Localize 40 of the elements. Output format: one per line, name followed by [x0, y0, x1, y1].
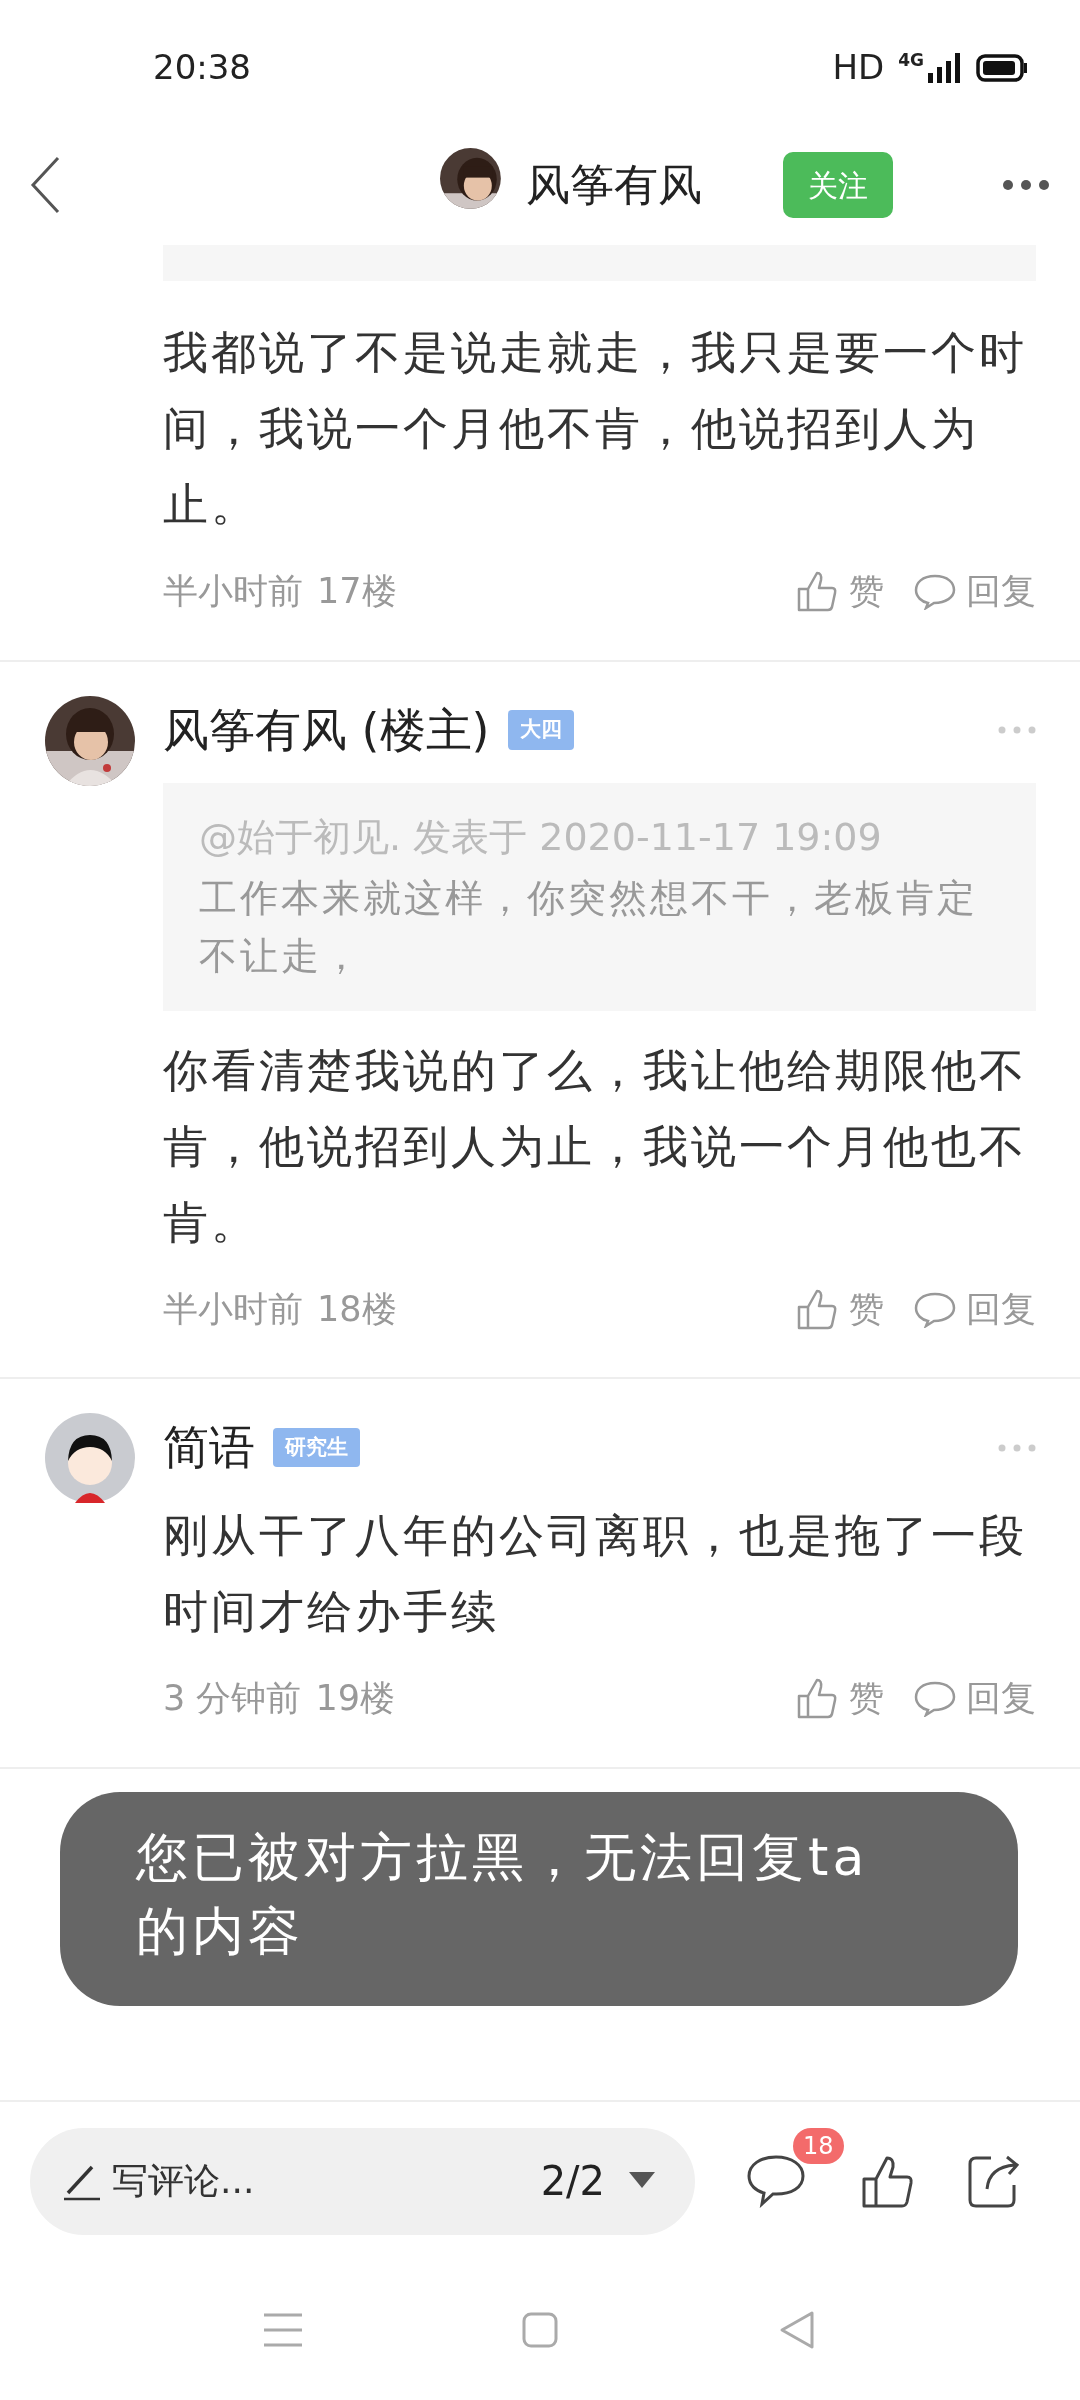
like-button[interactable]: 赞	[795, 1282, 884, 1335]
comment-input-field[interactable]: 写评论... 2/2	[30, 2127, 695, 2235]
comment-count: 18	[793, 2128, 844, 2164]
reply-button[interactable]: 回复	[914, 1282, 1036, 1335]
follow-button[interactable]: 关注	[783, 152, 893, 218]
floor-number: 18楼	[317, 1287, 397, 1331]
speech-bubble-icon	[914, 1679, 956, 1718]
signal-icon	[928, 52, 962, 83]
comment-text: 你看清楚我说的了么，我让他给期限他不肯，他说招到人为止，我说一个月他也不肯。	[163, 1042, 1028, 1251]
author-name: 风筝有风 (楼主)	[163, 701, 490, 759]
hd-indicator: HD	[832, 46, 885, 89]
page-indicator: 2/2	[540, 2157, 605, 2206]
post-time: 半小时前	[163, 570, 303, 613]
back-icon[interactable]	[30, 156, 60, 214]
author-name: 简语	[163, 1419, 255, 1476]
user-tag: 大四	[507, 710, 574, 750]
thumbs-up-icon	[795, 569, 839, 614]
floor-number: 19楼	[315, 1677, 395, 1720]
post-time: 3 分钟前	[163, 1677, 302, 1720]
comment-text: 刚从干了八年的公司离职，也是拖了一段时间才给办手续	[163, 1508, 1028, 1640]
toast-message: 您已被对方拉黑，无法回复ta的内容	[60, 1791, 1018, 2006]
speech-bubble-icon[interactable]	[747, 2154, 805, 2208]
speech-bubble-icon	[914, 572, 956, 611]
more-icon[interactable]	[1002, 179, 1050, 191]
network-label: 4G	[898, 48, 924, 72]
battery-icon	[976, 53, 1028, 82]
like-button[interactable]: 赞	[795, 1672, 884, 1725]
header-title: 风筝有风	[526, 158, 702, 212]
reply-button[interactable]: 回复	[914, 565, 1036, 618]
user-tag: 研究生	[273, 1427, 360, 1468]
dropdown-icon[interactable]	[629, 2172, 655, 2190]
post-time: 半小时前	[163, 1287, 303, 1331]
reply-button[interactable]: 回复	[914, 1672, 1036, 1725]
thumbs-up-icon	[795, 1676, 839, 1721]
quote-text: 工作本来就这样，你突然想不干，老板肯定不让走，	[199, 874, 979, 980]
like-button[interactable]: 赞	[795, 565, 884, 618]
comment-text: 我都说了不是说走就走，我只是要一个时间，我说一个月他不肯，他说招到人为止。	[163, 325, 1028, 533]
quote-mention: @始于初见. 发表于 2020-11-17 19:09	[199, 813, 883, 861]
floor-number: 17楼	[317, 570, 397, 613]
status-time: 20:38	[153, 46, 251, 89]
